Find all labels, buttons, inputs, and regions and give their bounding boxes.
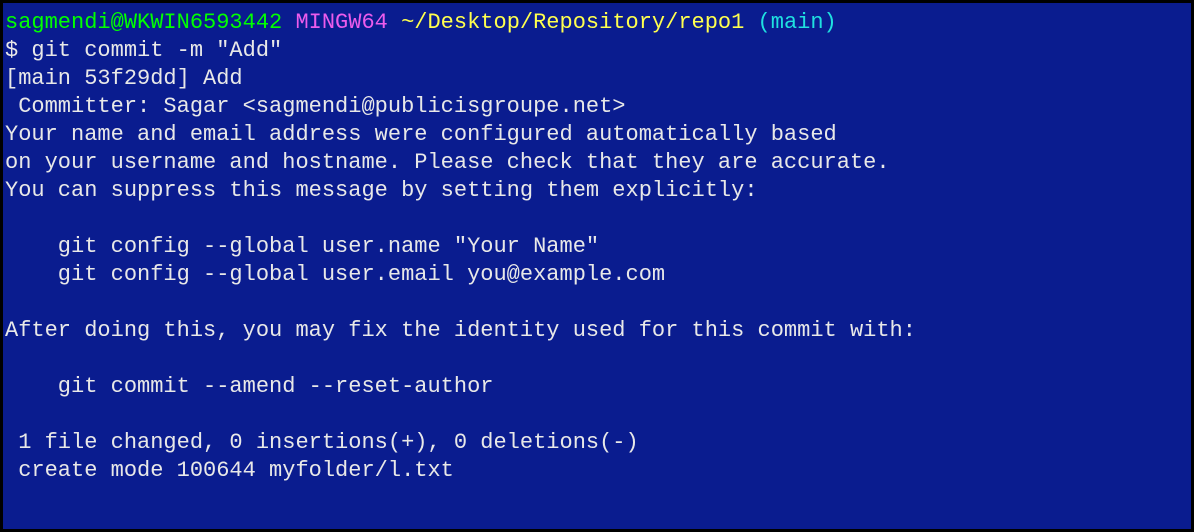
prompt-branch: (main) bbox=[758, 10, 837, 35]
prompt-path: ~/Desktop/Repository/repo1 bbox=[401, 10, 744, 35]
prompt-user-host: sagmendi@WKWIN6593442 bbox=[5, 10, 282, 35]
output-line: create mode 100644 myfolder/l.txt bbox=[5, 458, 454, 483]
output-line: After doing this, you may fix the identi… bbox=[5, 318, 916, 343]
prompt-env: MINGW64 bbox=[295, 10, 387, 35]
output-line: Committer: Sagar <sagmendi@publicisgroup… bbox=[5, 94, 626, 119]
output-line: git commit --amend --reset-author bbox=[5, 374, 493, 399]
command-line: $ git commit -m "Add" bbox=[5, 38, 282, 63]
output-line: You can suppress this message by setting… bbox=[5, 178, 758, 203]
output-line: Your name and email address were configu… bbox=[5, 122, 837, 147]
output-line: git config --global user.email you@examp… bbox=[5, 262, 665, 287]
output-line: [main 53f29dd] Add bbox=[5, 66, 243, 91]
terminal-window[interactable]: sagmendi@WKWIN6593442 MINGW64 ~/Desktop/… bbox=[5, 9, 1189, 485]
output-line: on your username and hostname. Please ch… bbox=[5, 150, 890, 175]
output-line: git config --global user.name "Your Name… bbox=[5, 234, 599, 259]
output-line: 1 file changed, 0 insertions(+), 0 delet… bbox=[5, 430, 639, 455]
